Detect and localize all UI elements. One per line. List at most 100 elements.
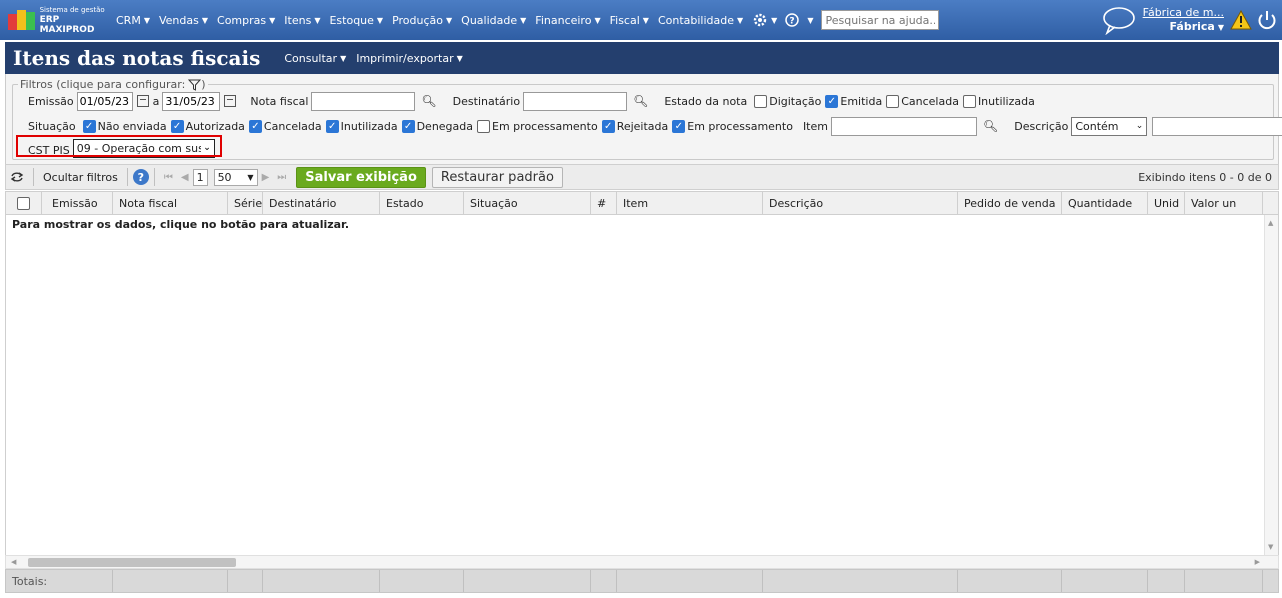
column-number[interactable]: # (591, 192, 617, 214)
checkbox-em-processamento-1[interactable] (477, 119, 491, 133)
horizontal-scroll-thumb[interactable] (28, 558, 236, 567)
last-page-icon[interactable]: ⏭ (277, 172, 286, 183)
menu-crm[interactable]: CRM ▼ (116, 14, 150, 27)
page-title: Itens das notas fiscais (13, 46, 261, 70)
column-nota-fiscal[interactable]: Nota fiscal (113, 192, 228, 214)
nota-fiscal-label: Nota fiscal (250, 94, 309, 108)
select-all-checkbox[interactable] (17, 196, 30, 210)
help-icon: ? (785, 13, 800, 27)
column-unid[interactable]: Unid (1148, 192, 1185, 214)
calendar-icon[interactable] (224, 95, 237, 107)
checkbox-digitacao[interactable] (754, 94, 768, 108)
cst-pis-highlight (16, 135, 222, 157)
nota-fiscal-input[interactable] (311, 91, 416, 111)
checkbox-inutilizada[interactable] (962, 94, 976, 108)
menu-contabilidade[interactable]: Contabilidade ▼ (658, 14, 743, 27)
help-menu[interactable]: ? ▼ (785, 13, 813, 27)
totals-bar: Totais: (5, 569, 1279, 593)
menu-compras[interactable]: Compras ▼ (217, 14, 275, 27)
main-menu: CRM ▼ Vendas ▼ Compras ▼ Itens ▼ Estoque ▼ Pr… (116, 0, 940, 40)
descricao-input[interactable] (1152, 116, 1282, 136)
situacao-label: Situação (28, 119, 76, 133)
next-page-icon[interactable]: ▶ (262, 172, 270, 183)
checkbox-emitida[interactable]: ✓ (825, 94, 839, 108)
checkbox-cancelada-sit[interactable]: ✓ (248, 119, 262, 133)
select-all-checkbox-cell (6, 192, 42, 214)
column-serie[interactable]: Série (228, 192, 263, 214)
grid-body: Para mostrar os dados, clique no botão p… (5, 215, 1279, 555)
checkbox-nao-enviada[interactable]: ✓ (82, 119, 96, 133)
help-search-input[interactable] (821, 10, 940, 30)
checkbox-cancelada[interactable] (886, 94, 900, 108)
chat-icon[interactable] (1101, 5, 1137, 35)
filter-icon[interactable] (188, 79, 202, 91)
item-input[interactable] (830, 116, 977, 136)
column-estado[interactable]: Estado (380, 192, 464, 214)
search-icon[interactable]: 🔍︎ (633, 94, 648, 108)
column-emissao[interactable]: Emissão (42, 192, 113, 214)
menu-itens[interactable]: Itens ▼ (284, 14, 320, 27)
menu-fiscal[interactable]: Fiscal ▼ (610, 14, 649, 27)
date-to-input[interactable] (162, 91, 221, 111)
logo-line1: Sistema de gestão (39, 6, 105, 14)
grid-toolbar: Ocultar filtros ? ⏮ ◀ 1 50 ▼ ▶ ⏭ Salvar … (5, 164, 1279, 190)
menu-vendas[interactable]: Vendas ▼ (159, 14, 208, 27)
destinatario-input[interactable] (523, 91, 628, 111)
checkbox-inutilizada-sit[interactable]: ✓ (325, 119, 339, 133)
user-menu[interactable]: Fábrica de m... Fábrica ▼ (1143, 6, 1224, 35)
checkbox-denegada[interactable]: ✓ (401, 119, 415, 133)
column-destinatario[interactable]: Destinatário (263, 192, 380, 214)
scroll-left-icon[interactable]: ◀ (11, 558, 16, 566)
menu-qualidade[interactable]: Qualidade ▼ (461, 14, 526, 27)
top-navigation-bar: Sistema de gestão ERP MAXIPROD CRM ▼ Vend… (0, 0, 1282, 40)
horizontal-scrollbar[interactable]: ◀ ▶ (5, 555, 1279, 569)
menu-estoque[interactable]: Estoque ▼ (329, 14, 383, 27)
imprimir-exportar-menu[interactable]: Imprimir/exportar ▼ (356, 52, 463, 65)
help-icon[interactable]: ? (132, 169, 149, 185)
page-title-bar: Itens das notas fiscais Consultar ▼ Impri… (5, 42, 1279, 74)
page-number-input[interactable]: 1 (192, 168, 208, 186)
menu-producao[interactable]: Produção ▼ (392, 14, 452, 27)
totals-label: Totais: (6, 570, 113, 592)
prev-page-icon[interactable]: ◀ (181, 172, 189, 183)
showing-count: Exibindo itens 0 - 0 de 0 (1138, 170, 1272, 184)
grid-header: Emissão Nota fiscal Série Destinatário E… (5, 191, 1279, 215)
column-situacao[interactable]: Situação (464, 192, 591, 214)
calendar-icon[interactable] (136, 95, 149, 107)
column-item[interactable]: Item (617, 192, 763, 214)
column-quantidade[interactable]: Quantidade (1062, 192, 1148, 214)
power-icon[interactable] (1256, 9, 1278, 31)
estado-nota-label: Estado da nota (664, 94, 748, 108)
restore-default-button[interactable]: Restaurar padrão (431, 166, 563, 188)
scroll-down-icon[interactable]: ▼ (1268, 543, 1273, 551)
filters-legend[interactable]: Filtros (clique para configurar: ) (18, 78, 208, 91)
settings-menu[interactable]: ▼ (752, 12, 777, 28)
column-valor-unit[interactable]: Valor un (1185, 192, 1263, 214)
checkbox-autorizada[interactable]: ✓ (170, 119, 184, 133)
column-pedido-venda[interactable]: Pedido de venda (958, 192, 1062, 214)
scroll-up-icon[interactable]: ▲ (1268, 219, 1273, 227)
column-descricao[interactable]: Descrição (763, 192, 958, 214)
search-icon[interactable]: 🔍︎ (421, 94, 436, 108)
user-name[interactable]: Fábrica de m... (1143, 6, 1224, 20)
checkbox-rejeitada[interactable]: ✓ (601, 119, 615, 133)
chevron-down-icon: ▼ (247, 172, 254, 182)
user-org: Fábrica ▼ (1169, 19, 1224, 33)
search-icon[interactable]: 🔍︎ (983, 119, 998, 133)
warning-icon[interactable] (1230, 10, 1252, 30)
hide-filters-button[interactable]: Ocultar filtros (39, 171, 122, 184)
page-size-select[interactable]: 50 ▼ (213, 168, 258, 186)
vertical-scrollbar[interactable]: ▲ ▼ (1264, 215, 1278, 555)
scroll-right-icon[interactable]: ▶ (1255, 558, 1260, 566)
logo-mark-icon (8, 10, 36, 30)
menu-financeiro[interactable]: Financeiro ▼ (535, 14, 600, 27)
descricao-mode-select[interactable]: Contém ⌄ (1071, 116, 1148, 136)
refresh-button[interactable] (6, 171, 28, 183)
checkbox-em-processamento-2[interactable]: ✓ (672, 119, 686, 133)
logo[interactable]: Sistema de gestão ERP MAXIPROD (8, 5, 116, 35)
save-view-button[interactable]: Salvar exibição (296, 166, 426, 188)
date-from-input[interactable] (76, 91, 133, 111)
first-page-icon[interactable]: ⏮ (164, 172, 173, 183)
emissao-label: Emissão (28, 94, 74, 108)
consultar-menu[interactable]: Consultar ▼ (284, 52, 346, 65)
